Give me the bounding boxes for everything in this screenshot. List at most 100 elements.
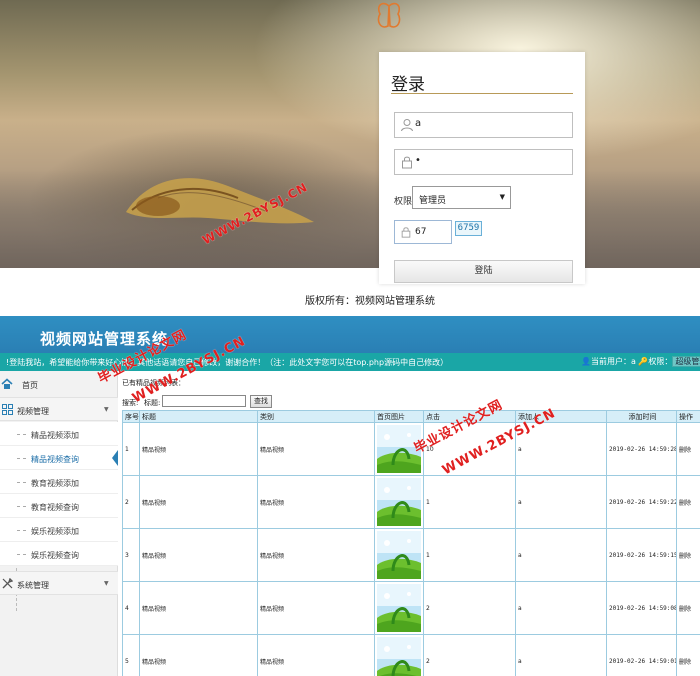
site-title: 视频网站管理系统 <box>40 330 169 348</box>
sidebar-item-education-query[interactable]: 教育视频查询 <box>0 494 118 518</box>
column-header-no: 序号 <box>122 410 140 423</box>
column-header-title: 标题 <box>139 410 258 423</box>
current-user-label: 当前用户： <box>590 357 631 366</box>
cell-clicks: 1 <box>423 528 516 582</box>
key-icon: 🔑 <box>638 357 649 366</box>
cell-image <box>374 581 424 635</box>
delete-link[interactable]: 删除 <box>676 528 700 582</box>
column-header-adder: 添加人 <box>515 410 607 423</box>
cell-adder: a <box>515 475 607 529</box>
column-header-image: 首页图片 <box>374 410 424 423</box>
sidebar-item-label: 娱乐视频添加 <box>31 527 79 536</box>
cell-no: 5 <box>122 634 140 676</box>
cell-adder: a <box>515 581 607 635</box>
dry-leaf-image <box>126 178 314 224</box>
cell-category: 精品视频 <box>257 634 375 676</box>
delete-link[interactable]: 删除 <box>676 475 700 529</box>
lock-icon <box>401 227 411 238</box>
video-thumbnail-image[interactable] <box>377 531 421 579</box>
sidebar-group-system[interactable]: 系统管理 ▼ <box>0 571 118 595</box>
role-label: 权限： <box>648 357 673 366</box>
user-info: 👤当前用户：a 🔑权限：超级管理 <box>581 356 700 367</box>
cell-title: 精品视频 <box>139 581 258 635</box>
cell-title: 精品视频 <box>139 634 258 676</box>
delete-link[interactable]: 删除 <box>676 634 700 676</box>
cell-no: 1 <box>122 422 140 476</box>
lock-icon <box>402 156 412 169</box>
cell-image <box>374 475 424 529</box>
copyright-text: 版权所有：视频网站管理系统 <box>305 296 435 307</box>
column-header-time: 添加时间 <box>606 410 677 423</box>
column-header-clicks: 点击 <box>423 410 516 423</box>
username-field[interactable]: a <box>394 112 573 138</box>
cell-image <box>374 634 424 676</box>
sidebar-item-label: 教育视频添加 <box>31 479 79 488</box>
sidebar-item-home[interactable]: 首页 <box>0 373 118 395</box>
video-thumbnail-image[interactable] <box>377 584 421 632</box>
cell-category: 精品视频 <box>257 528 375 582</box>
sidebar-item-entertainment-add[interactable]: 娱乐视频添加 <box>0 518 118 542</box>
video-thumbnail-image[interactable] <box>377 478 421 526</box>
chevron-down-icon: ▼ <box>104 406 109 413</box>
cell-category: 精品视频 <box>257 475 375 529</box>
sidebar-item-premium-query[interactable]: 精品视频查询 <box>0 446 118 470</box>
sidebar-group-video[interactable]: 视频管理 ▼ <box>0 397 118 421</box>
sidebar-item-label: 娱乐视频查询 <box>31 551 79 560</box>
username-value: a <box>415 118 422 129</box>
table-row: 4 精品视频 精品视频 2 a 2019-02-26 14:59:08 删除 <box>122 581 700 635</box>
cell-adder: a <box>515 634 607 676</box>
sidebar-item-entertainment-query[interactable]: 娱乐视频查询 <box>0 542 118 566</box>
table-row: 5 精品视频 精品视频 2 a 2019-02-26 14:59:01 删除 <box>122 634 700 676</box>
user-icon: 👤 <box>581 357 591 366</box>
login-form: 登录 a • 权限: 管理员 ▼ 67 6759 登陆 <box>379 52 585 284</box>
cell-time: 2019-02-26 14:59:01 <box>606 634 677 676</box>
main-content: 已有精品视频列表： 搜索: 标题: 查找 序号 标题 类别 首页图片 点击 添加… <box>120 371 700 676</box>
delete-link[interactable]: 删除 <box>676 581 700 635</box>
cell-time: 2019-02-26 14:59:28 <box>606 422 677 476</box>
role-selected-value: 管理员 <box>419 196 447 206</box>
search-label: 搜索: <box>122 399 139 407</box>
cell-adder: a <box>515 528 607 582</box>
notice-text: !登陆我站，希望能给你带来好心情，其他话语请您自己修改，谢谢合作！（注：此处文字… <box>6 358 449 367</box>
sidebar-item-label: 精品视频查询 <box>31 455 79 464</box>
grid-icon <box>2 404 13 415</box>
video-thumbnail-image[interactable] <box>377 425 421 473</box>
password-field[interactable]: • <box>394 149 573 175</box>
column-header-category: 类别 <box>257 410 375 423</box>
sidebar-item-education-add[interactable]: 教育视频添加 <box>0 470 118 494</box>
table-row: 1 精品视频 精品视频 10 a 2019-02-26 14:59:28 删除 <box>122 422 700 476</box>
home-icon <box>1 378 13 389</box>
cell-clicks: 10 <box>423 422 516 476</box>
current-user: a <box>630 357 636 366</box>
role-badge: 超级管理 <box>672 356 700 367</box>
password-value: • <box>415 155 421 166</box>
butterfly-logo-icon <box>377 2 401 28</box>
search-input[interactable] <box>162 395 246 407</box>
cell-no: 3 <box>122 528 140 582</box>
cell-image <box>374 528 424 582</box>
list-title: 已有精品视频列表： <box>122 379 185 387</box>
sidebar-item-premium-add[interactable]: 精品视频添加 <box>0 422 118 446</box>
search-button[interactable]: 查找 <box>250 395 272 408</box>
captcha-input[interactable]: 67 <box>394 220 452 244</box>
dropdown-arrow-icon: ▼ <box>499 193 505 201</box>
cell-time: 2019-02-26 14:59:08 <box>606 581 677 635</box>
cell-category: 精品视频 <box>257 422 375 476</box>
cell-title: 精品视频 <box>139 475 258 529</box>
search-field-label: 标题: <box>144 399 161 407</box>
sidebar-item-label: 首页 <box>22 381 38 390</box>
cell-clicks: 2 <box>423 634 516 676</box>
admin-page: 视频网站管理系统 !登陆我站，希望能给你带来好心情，其他话语请您自己修改，谢谢合… <box>0 316 700 676</box>
video-table: 序号 标题 类别 首页图片 点击 添加人 添加时间 操作 1 精品视频 精品视频 10… <box>122 410 700 676</box>
delete-link[interactable]: 删除 <box>676 422 700 476</box>
cell-title: 精品视频 <box>139 422 258 476</box>
user-icon <box>401 119 413 132</box>
background-photo <box>0 0 700 268</box>
table-row: 3 精品视频 精品视频 1 a 2019-02-26 14:59:15 删除 <box>122 528 700 582</box>
role-select[interactable]: 管理员 ▼ <box>412 186 511 209</box>
video-thumbnail-image[interactable] <box>377 637 421 676</box>
cell-no: 4 <box>122 581 140 635</box>
login-button[interactable]: 登陆 <box>394 260 573 283</box>
active-marker <box>112 450 118 466</box>
captcha-image[interactable]: 6759 <box>455 221 482 236</box>
